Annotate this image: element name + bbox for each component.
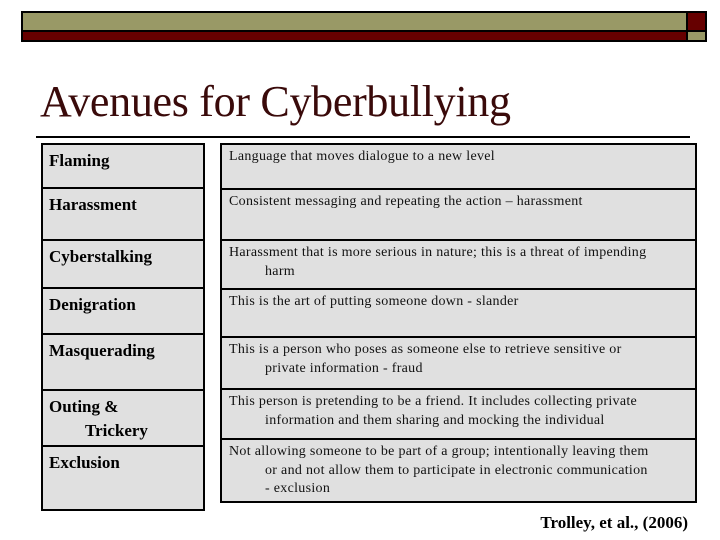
header-bar-maroon-square: [688, 13, 705, 30]
definition-cell: This person is pretending to be a friend…: [222, 388, 695, 439]
definition-text: Consistent messaging and repeating the a…: [229, 194, 583, 209]
term-cell: Cyberstalking: [43, 239, 203, 287]
definition-text-continuation: private information - fraud: [265, 360, 423, 376]
term-cell: Denigration: [43, 287, 203, 333]
citation: Trolley, et al., (2006): [540, 513, 688, 532]
term-cell: Masquerading: [43, 333, 203, 389]
definition-cell: Harassment that is more serious in natur…: [222, 239, 695, 289]
term-cell: Exclusion: [43, 445, 203, 509]
definition-text-continuation: or and not allow them to participate in …: [265, 462, 648, 478]
definition-cell: This is a person who poses as someone el…: [222, 336, 695, 389]
definition-text: Not allowing someone to be part of a gro…: [229, 444, 649, 459]
definition-text-continuation: harm: [265, 263, 295, 279]
terms-column: Flaming Harassment Cyberstalking Denigra…: [41, 143, 205, 511]
term-label: Flaming: [49, 151, 110, 170]
title-underline-divider: [36, 136, 690, 138]
term-label-continuation: Trickery: [85, 421, 148, 440]
header-bar-maroon-stripe: [23, 32, 686, 40]
slide-title: Avenues for Cyberbullying: [40, 77, 511, 126]
definition-text-continuation: information and them sharing and mocking…: [265, 412, 605, 428]
term-label: Outing &: [49, 397, 119, 416]
definition-text-continuation: - exclusion: [265, 481, 331, 496]
definition-text: This is a person who poses as someone el…: [229, 342, 622, 357]
definitions-column: Language that moves dialogue to a new le…: [220, 143, 697, 503]
definition-text: Language that moves dialogue to a new le…: [229, 149, 495, 164]
header-bar-olive-stripe: [23, 13, 686, 30]
definition-text: This is the art of putting someone down …: [229, 294, 519, 309]
header-bar-olive-square: [688, 32, 705, 40]
decorative-header-bar: [21, 11, 707, 42]
definition-text: This person is pretending to be a friend…: [229, 394, 638, 409]
term-cell: Harassment: [43, 187, 203, 239]
definition-text: Harassment that is more serious in natur…: [229, 245, 647, 260]
definition-cell: Not allowing someone to be part of a gro…: [222, 438, 695, 501]
definition-cell: Language that moves dialogue to a new le…: [222, 145, 695, 189]
term-label: Exclusion: [49, 453, 120, 472]
term-label: Denigration: [49, 295, 136, 314]
term-cell: Outing & Trickery: [43, 389, 203, 445]
term-cell: Flaming: [43, 145, 203, 188]
term-label: Cyberstalking: [49, 247, 152, 266]
definition-cell: Consistent messaging and repeating the a…: [222, 188, 695, 240]
term-label: Harassment: [49, 195, 137, 214]
definition-cell: This is the art of putting someone down …: [222, 288, 695, 337]
term-label: Masquerading: [49, 341, 155, 360]
